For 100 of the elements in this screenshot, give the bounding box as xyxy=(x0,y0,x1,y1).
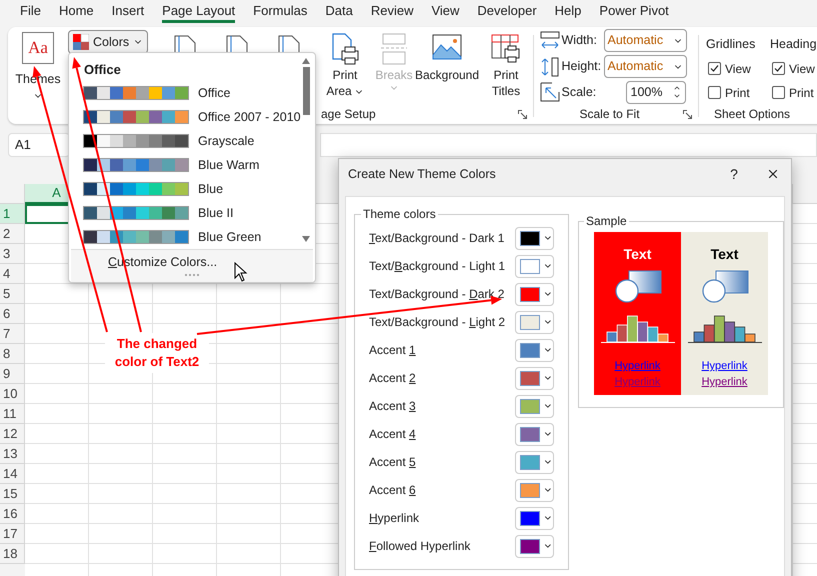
row-header[interactable]: 14 xyxy=(0,464,25,484)
color-label: Text/Background - Light 1 xyxy=(369,258,506,275)
color-label: Accent 6 xyxy=(369,482,417,499)
checkbox[interactable] xyxy=(708,62,721,76)
name-box[interactable]: A1 xyxy=(8,133,70,157)
checkbox[interactable] xyxy=(772,62,785,76)
color-scheme-item[interactable]: Blue Green xyxy=(69,225,301,249)
width-icon xyxy=(540,30,560,51)
row-header[interactable]: 12 xyxy=(0,424,25,444)
row-header[interactable]: 10 xyxy=(0,384,25,404)
color-picker-button[interactable] xyxy=(515,282,554,306)
ribbon-tab[interactable]: Home xyxy=(58,1,94,23)
checkbox[interactable] xyxy=(772,86,785,100)
checkbox[interactable] xyxy=(708,86,721,100)
annotation-text: The changed color of Text2 xyxy=(105,333,209,373)
color-label: Accent 2 xyxy=(369,370,417,387)
menu-section-title: Office xyxy=(83,61,122,79)
row-header[interactable]: 9 xyxy=(0,364,25,384)
group-label: Sheet Options xyxy=(714,106,790,123)
field-label: Scale: xyxy=(562,84,598,101)
ribbon-tab[interactable]: Developer xyxy=(477,1,537,23)
color-picker-button[interactable] xyxy=(515,478,554,502)
checkbox-label: View xyxy=(725,60,751,78)
color-label: Text/Background - Dark 2 xyxy=(369,286,506,303)
color-picker-button[interactable] xyxy=(515,366,554,390)
color-picker-button[interactable] xyxy=(515,226,554,250)
color-scheme-item[interactable]: Blue II xyxy=(69,201,301,225)
row-header[interactable]: 18 xyxy=(0,544,25,564)
color-label: Accent 3 xyxy=(369,398,417,415)
scroll-down-icon[interactable] xyxy=(301,235,312,243)
color-label: Followed Hyperlink xyxy=(369,538,472,555)
ribbon-tab[interactable]: Data xyxy=(325,1,353,23)
row-header[interactable]: 13 xyxy=(0,444,25,464)
shapes-drawing xyxy=(614,270,662,304)
scale-icon xyxy=(540,82,560,102)
row-header[interactable]: 3 xyxy=(0,244,25,264)
color-scheme-item[interactable]: Office 2007 - 2010 xyxy=(69,105,301,129)
ribbon-tab[interactable]: Help xyxy=(554,1,582,23)
row-header[interactable]: 7 xyxy=(0,324,25,344)
height-icon xyxy=(540,56,560,76)
formula-field[interactable] xyxy=(320,133,817,157)
option-heading: Gridlines xyxy=(706,36,756,53)
color-label: Hyperlink xyxy=(369,510,420,527)
color-picker-button[interactable] xyxy=(515,394,554,418)
row-header[interactable]: 16 xyxy=(0,504,25,524)
ribbon-tab[interactable]: Insert xyxy=(112,1,144,23)
color-label: Text/Background - Light 2 xyxy=(369,314,506,331)
ribbon-tab[interactable]: View xyxy=(431,1,460,23)
close-icon[interactable] xyxy=(766,167,780,181)
group-title: Theme colors xyxy=(362,206,437,223)
ribbon-tab[interactable]: Review xyxy=(370,1,414,23)
color-scheme-item[interactable]: Grayscale xyxy=(69,129,301,153)
color-picker-button[interactable] xyxy=(515,338,554,362)
scroll-up-icon[interactable] xyxy=(301,57,312,65)
checkbox-label: View xyxy=(789,60,815,78)
checkbox-label: Print xyxy=(789,84,814,102)
group-title: Sample xyxy=(585,213,628,230)
themes-icon: Aa xyxy=(22,32,54,64)
scale-spinner[interactable]: 100% xyxy=(626,80,686,104)
dialog-launcher-icon[interactable] xyxy=(518,110,527,118)
color-picker-button[interactable] xyxy=(515,422,554,446)
row-header[interactable]: 2 xyxy=(0,224,25,244)
page-breaks-icon xyxy=(379,33,409,65)
colors-button[interactable]: Colors xyxy=(68,30,148,54)
dropdown-field[interactable]: Automatic xyxy=(604,55,686,78)
group-label: age Setup xyxy=(321,106,376,123)
color-picker-button[interactable] xyxy=(515,506,554,530)
colors-icon xyxy=(73,34,89,50)
ribbon-tab[interactable]: Page Layout xyxy=(162,1,236,23)
color-label: Accent 5 xyxy=(369,454,417,471)
row-header[interactable]: 1 xyxy=(0,204,25,224)
scrollbar[interactable] xyxy=(300,57,312,243)
ribbon-button[interactable]: Background xyxy=(413,33,481,83)
color-scheme-item[interactable]: Blue Warm xyxy=(69,153,301,177)
group-label: Scale to Fit xyxy=(580,106,640,123)
checkbox-label: Print xyxy=(725,84,750,102)
row-header[interactable]: 11 xyxy=(0,404,25,424)
ribbon-tab[interactable]: Power Pivot xyxy=(599,1,669,23)
sample-text: Text xyxy=(624,245,652,264)
ribbon-button[interactable]: Print Titles xyxy=(481,33,531,99)
shapes-drawing xyxy=(700,270,748,304)
row-header[interactable]: 8 xyxy=(0,344,25,364)
ribbon-tab[interactable]: File xyxy=(20,1,41,23)
row-header[interactable]: 5 xyxy=(0,284,25,304)
color-label: Accent 1 xyxy=(369,342,417,359)
help-button[interactable]: ? xyxy=(720,164,748,184)
dropdown-field[interactable]: Automatic xyxy=(604,29,686,52)
color-picker-button[interactable] xyxy=(515,254,554,278)
scrollbar-thumb[interactable] xyxy=(302,67,310,115)
ribbon-button[interactable]: Print Area xyxy=(315,33,375,99)
ribbon-tab[interactable]: Formulas xyxy=(253,1,308,23)
row-header[interactable]: 15 xyxy=(0,484,25,504)
row-header[interactable]: 17 xyxy=(0,524,25,544)
dialog-launcher-icon[interactable] xyxy=(682,110,692,118)
row-header[interactable]: 4 xyxy=(0,264,25,284)
color-picker-button[interactable] xyxy=(515,310,554,334)
color-scheme-item[interactable]: Office xyxy=(69,81,301,105)
color-picker-button[interactable] xyxy=(515,450,554,474)
color-picker-button[interactable] xyxy=(515,534,554,558)
row-header[interactable]: 6 xyxy=(0,304,25,324)
